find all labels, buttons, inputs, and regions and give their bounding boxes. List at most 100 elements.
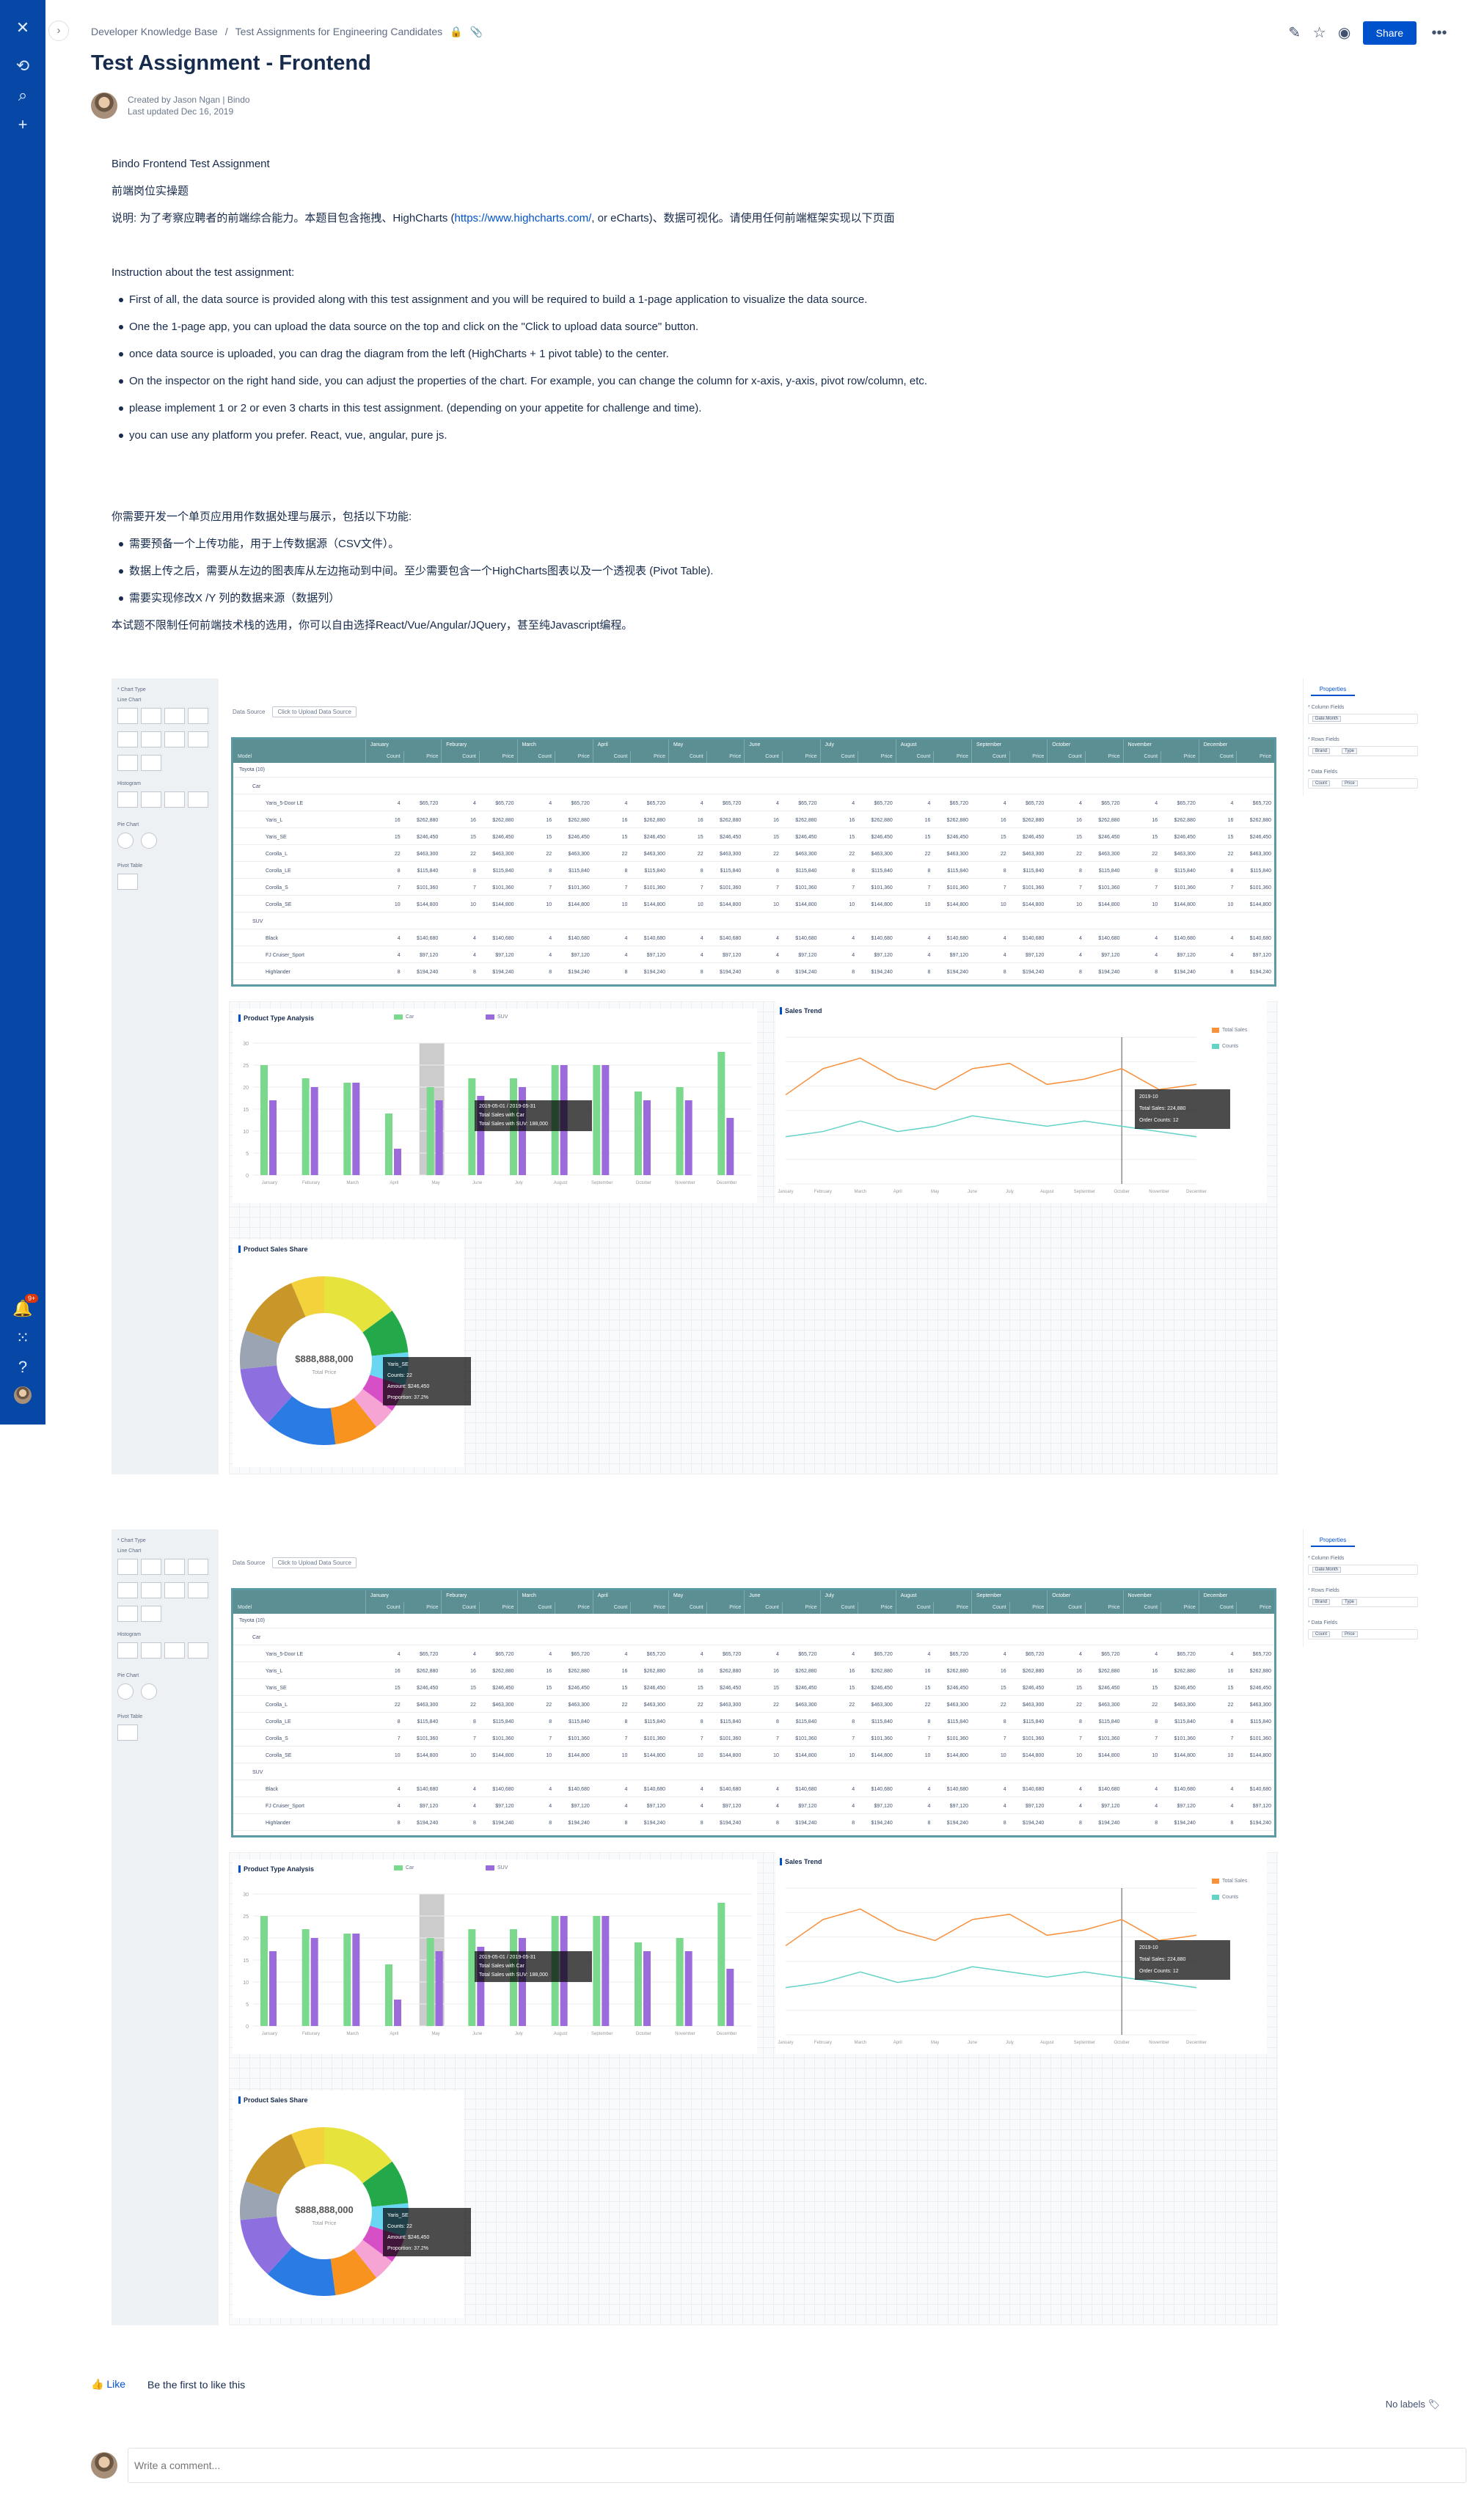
bar[interactable] bbox=[435, 1100, 443, 1175]
bar[interactable] bbox=[726, 1969, 734, 2026]
legend-car[interactable]: Car bbox=[394, 1865, 414, 1870]
bar[interactable] bbox=[310, 1087, 318, 1175]
help-icon[interactable]: ? bbox=[12, 1357, 33, 1378]
line-chart-thumbnail[interactable] bbox=[141, 1606, 161, 1622]
bar[interactable] bbox=[343, 1083, 351, 1175]
bar[interactable] bbox=[426, 1938, 434, 2026]
like-button[interactable]: 👍 Like bbox=[91, 2378, 125, 2391]
line-chart-thumbnail[interactable] bbox=[164, 731, 185, 747]
edit-icon[interactable]: ✎ bbox=[1282, 21, 1307, 45]
bar[interactable] bbox=[643, 1951, 651, 2026]
bar[interactable] bbox=[676, 1087, 684, 1175]
line-chart-thumbnail[interactable] bbox=[117, 1606, 138, 1622]
bar[interactable] bbox=[352, 1083, 360, 1175]
bar[interactable] bbox=[593, 1916, 601, 2026]
labels[interactable]: No labels 🏷 bbox=[1386, 2399, 1440, 2410]
upload-data-source-button[interactable]: Click to Upload Data Source bbox=[272, 1557, 357, 1568]
bar[interactable] bbox=[684, 1100, 692, 1175]
last-updated[interactable]: Last updated Dec 16, 2019 bbox=[128, 106, 250, 117]
search-icon[interactable]: ⌕ bbox=[12, 85, 33, 106]
line-chart-thumbnail[interactable] bbox=[188, 1582, 208, 1598]
row-field-tag[interactable]: Brand bbox=[1312, 1599, 1331, 1605]
data-field-tag[interactable]: Price bbox=[1342, 780, 1358, 786]
pivot-row-label[interactable]: SUV bbox=[252, 919, 263, 924]
line-chart-thumbnail[interactable] bbox=[141, 708, 161, 724]
pivot-table-thumbnail[interactable] bbox=[117, 1725, 138, 1741]
highcharts-link[interactable]: https://www.highcharts.com/ bbox=[455, 212, 592, 224]
breadcrumb-space[interactable]: Developer Knowledge Base bbox=[91, 26, 218, 37]
bar[interactable] bbox=[717, 1903, 725, 2026]
bar[interactable] bbox=[726, 1118, 734, 1175]
created-by[interactable]: Created by Jason Ngan | Bindo bbox=[128, 94, 250, 106]
bar[interactable] bbox=[394, 2000, 401, 2026]
bar[interactable] bbox=[635, 1091, 642, 1175]
bar[interactable] bbox=[385, 1113, 392, 1175]
legend-suv[interactable]: SUV bbox=[486, 1014, 508, 1020]
row-field-tag[interactable]: Brand bbox=[1312, 748, 1331, 754]
data-field-tag[interactable]: Count bbox=[1312, 1631, 1331, 1637]
bar[interactable] bbox=[269, 1100, 277, 1175]
line-chart-thumbnail[interactable] bbox=[164, 1559, 185, 1575]
column-field-tag[interactable]: Date.Month bbox=[1312, 1567, 1342, 1573]
histogram-thumbnail[interactable] bbox=[117, 1642, 138, 1659]
line-chart-thumbnail[interactable] bbox=[188, 731, 208, 747]
line-chart-thumbnail[interactable] bbox=[141, 731, 161, 747]
bar[interactable] bbox=[602, 1065, 610, 1175]
legend-suv[interactable]: SUV bbox=[486, 1865, 508, 1870]
histogram-thumbnail[interactable] bbox=[188, 791, 208, 808]
line-chart-thumbnail[interactable] bbox=[117, 755, 138, 771]
pivot-row-label[interactable]: Toyota (10) bbox=[239, 767, 265, 772]
line-chart-thumbnail[interactable] bbox=[188, 1559, 208, 1575]
bar[interactable] bbox=[385, 1964, 392, 2026]
pivot-row-label[interactable]: SUV bbox=[252, 1770, 263, 1775]
bar[interactable] bbox=[676, 1938, 684, 2026]
pie-chart-thumbnail[interactable] bbox=[117, 833, 134, 849]
restriction-icon[interactable]: 🔒 bbox=[450, 26, 462, 37]
line-chart-thumbnail[interactable] bbox=[117, 1559, 138, 1575]
bar[interactable] bbox=[426, 1087, 434, 1175]
attachment-icon[interactable]: 📎 bbox=[470, 26, 483, 37]
properties-tab[interactable]: Properties bbox=[1311, 1537, 1355, 1547]
bar[interactable] bbox=[394, 1149, 401, 1175]
pie-chart-thumbnail[interactable] bbox=[117, 1683, 134, 1700]
histogram-thumbnail[interactable] bbox=[164, 1642, 185, 1659]
star-icon[interactable]: ☆ bbox=[1307, 21, 1332, 45]
bar[interactable] bbox=[717, 1052, 725, 1175]
bar[interactable] bbox=[602, 1916, 610, 2026]
histogram-thumbnail[interactable] bbox=[141, 791, 161, 808]
app-switcher-icon[interactable]: ⁙ bbox=[12, 1328, 33, 1348]
sidebar-collapse-button[interactable]: › bbox=[48, 21, 69, 41]
histogram-thumbnail[interactable] bbox=[117, 791, 138, 808]
watch-icon[interactable]: ◉ bbox=[1332, 21, 1357, 45]
pivot-row-label[interactable]: Car bbox=[252, 1635, 260, 1640]
create-icon[interactable]: + bbox=[12, 114, 33, 135]
histogram-thumbnail[interactable] bbox=[164, 791, 185, 808]
row-field-tag[interactable]: Type bbox=[1342, 1599, 1358, 1605]
data-field-tag[interactable]: Count bbox=[1312, 780, 1331, 786]
bar[interactable] bbox=[684, 1951, 692, 2026]
line-chart-thumbnail[interactable] bbox=[141, 1559, 161, 1575]
author-avatar[interactable] bbox=[91, 92, 117, 119]
bar[interactable] bbox=[352, 1934, 360, 2026]
line-chart-thumbnail[interactable] bbox=[117, 1582, 138, 1598]
bar[interactable] bbox=[435, 1951, 443, 2026]
profile-avatar[interactable] bbox=[14, 1386, 32, 1404]
histogram-thumbnail[interactable] bbox=[188, 1642, 208, 1659]
bar[interactable] bbox=[635, 1942, 642, 2026]
line-chart-thumbnail[interactable] bbox=[141, 1582, 161, 1598]
pie-chart-thumbnail[interactable] bbox=[141, 833, 157, 849]
histogram-thumbnail[interactable] bbox=[141, 1642, 161, 1659]
pivot-row-label[interactable]: Toyota (10) bbox=[239, 1618, 265, 1623]
row-field-tag[interactable]: Type bbox=[1342, 748, 1358, 754]
column-field-tag[interactable]: Date.Month bbox=[1312, 716, 1342, 722]
line-chart-thumbnail[interactable] bbox=[164, 1582, 185, 1598]
recent-icon[interactable]: ⟲ bbox=[12, 56, 33, 76]
line-chart-thumbnail[interactable] bbox=[117, 731, 138, 747]
share-button[interactable]: Share bbox=[1362, 21, 1417, 45]
breadcrumb-parent[interactable]: Test Assignments for Engineering Candida… bbox=[235, 26, 443, 37]
line-chart-thumbnail[interactable] bbox=[188, 708, 208, 724]
bar[interactable] bbox=[643, 1100, 651, 1175]
line-chart-thumbnail[interactable] bbox=[117, 708, 138, 724]
bar[interactable] bbox=[593, 1065, 601, 1175]
pie-chart-thumbnail[interactable] bbox=[141, 1683, 157, 1700]
